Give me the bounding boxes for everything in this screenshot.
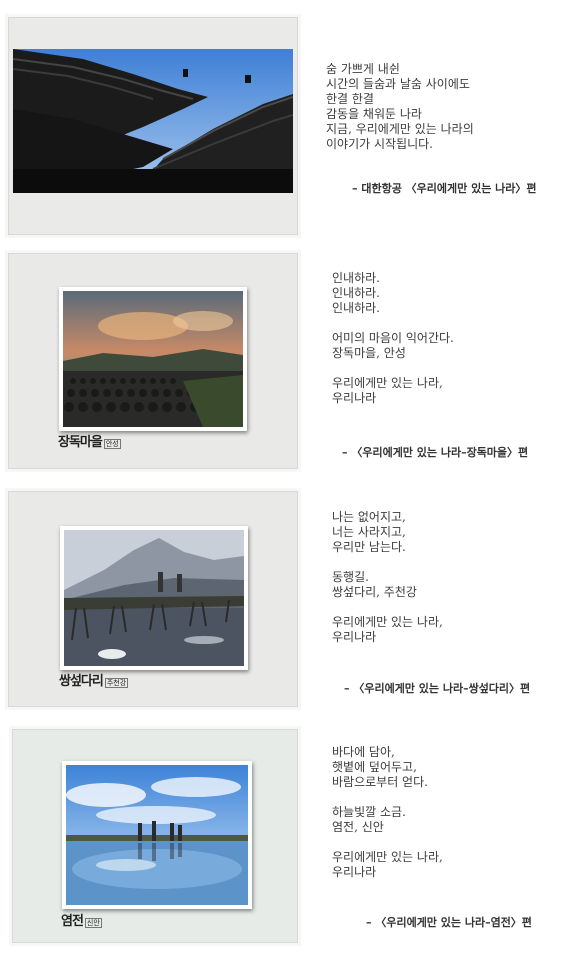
salt-field-photo <box>62 761 252 909</box>
section-3-poem: 나는 없어지고, 너는 사라지고, 우리만 남는다. 동행길. 쌍섶다리, 주천… <box>332 510 443 644</box>
section-1-credit: – 대한항공 〈우리에게만 있는 나라〉편 <box>352 182 537 195</box>
salt-field-image <box>66 765 248 905</box>
section-1-photo-panel <box>8 17 298 235</box>
log-bridge-caption: 쌍섶다리 주천강 <box>59 670 129 689</box>
section-4-poem: 바다에 담아, 햇볕에 덮어두고, 바람으로부터 얻다. 하늘빛깔 소금. 염전… <box>332 745 443 879</box>
section-4-credit: – 〈우리에게만 있는 나라–염전〉편 <box>366 916 532 929</box>
caption-location: 주천강 <box>104 678 129 688</box>
section-2-credit: – 〈우리에게만 있는 나라–장독마을〉편 <box>342 446 529 459</box>
section-3-credit: – 〈우리에게만 있는 나라–쌍섶다리〉편 <box>344 682 531 695</box>
caption-title: 염전 <box>61 914 84 929</box>
jar-village-image <box>63 291 243 427</box>
caption-location: 안성 <box>103 439 121 449</box>
section-2-poem: 인내하라. 인내하라. 인내하라. 어미의 마음이 익어간다. 장독마을, 안성… <box>332 271 454 405</box>
log-bridge-image <box>64 530 244 666</box>
caption-title: 쌍섶다리 <box>59 674 104 689</box>
caption-title: 장독마을 <box>58 435 103 450</box>
salt-field-caption: 염전 신안 <box>61 910 102 929</box>
jar-village-photo <box>59 287 247 431</box>
traditional-roof-image <box>13 49 293 193</box>
jar-village-caption: 장독마을 안성 <box>58 431 121 450</box>
caption-location: 신안 <box>84 918 102 928</box>
log-bridge-photo <box>60 526 248 670</box>
section-1-poem: 숨 가쁘게 내쉰 시간의 들숨과 날숨 사이에도 한결 한결 감동을 채워둔 나… <box>326 62 474 151</box>
